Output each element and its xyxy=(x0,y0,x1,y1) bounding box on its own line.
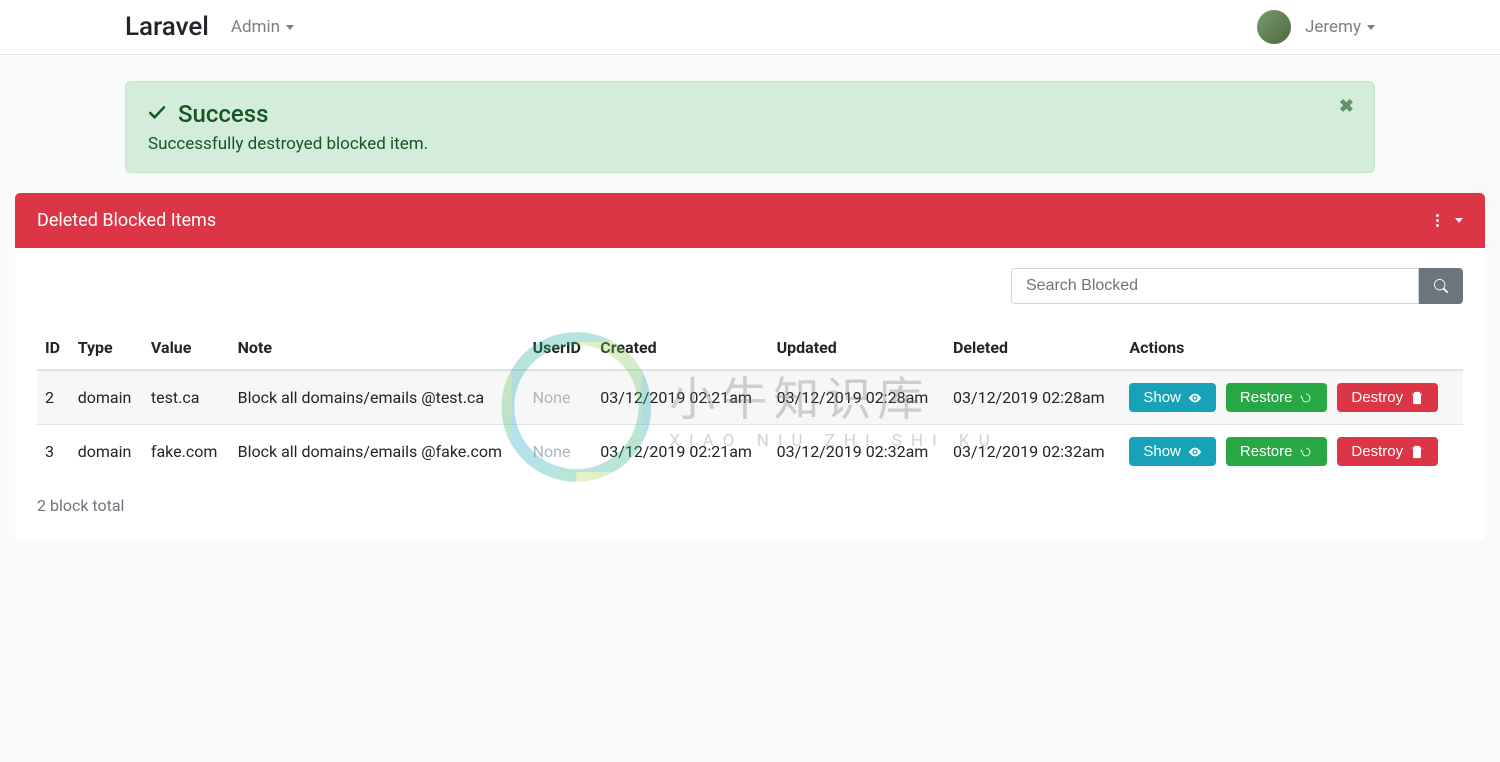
trash-icon xyxy=(1410,391,1424,405)
success-alert: ✖ Success Successfully destroyed blocked… xyxy=(125,81,1375,173)
th-userid: UserID xyxy=(525,326,593,370)
history-icon xyxy=(1299,445,1313,459)
search-group xyxy=(1011,268,1463,304)
th-updated: Updated xyxy=(769,326,945,370)
th-actions: Actions xyxy=(1121,326,1463,370)
alert-close-button[interactable]: ✖ xyxy=(1339,96,1354,117)
admin-label: Admin xyxy=(231,17,280,37)
cell-userid: None xyxy=(525,370,593,425)
th-value: Value xyxy=(143,326,230,370)
th-created: Created xyxy=(592,326,768,370)
cell-value: test.ca xyxy=(143,370,230,425)
cell-created: 03/12/2019 02:21am xyxy=(592,425,768,479)
destroy-button[interactable]: Destroy xyxy=(1337,383,1438,412)
cell-type: domain xyxy=(70,425,143,479)
cell-id: 3 xyxy=(37,425,70,479)
cell-updated: 03/12/2019 02:32am xyxy=(769,425,945,479)
cell-note: Block all domains/emails @test.ca xyxy=(230,370,525,425)
th-deleted: Deleted xyxy=(945,326,1121,370)
header-dropdown-icon[interactable] xyxy=(1455,218,1463,223)
brand-link[interactable]: Laravel xyxy=(125,12,209,42)
footer-count: 2 block total xyxy=(37,496,1463,515)
search-icon xyxy=(1434,279,1448,293)
cell-id: 2 xyxy=(37,370,70,425)
search-button[interactable] xyxy=(1419,268,1463,304)
eye-icon xyxy=(1188,445,1202,459)
card-title: Deleted Blocked Items xyxy=(37,210,216,231)
search-input[interactable] xyxy=(1011,268,1419,304)
table-row: 3 domain fake.com Block all domains/emai… xyxy=(37,425,1463,479)
user-dropdown[interactable]: Jeremy xyxy=(1305,17,1375,37)
alert-message: Successfully destroyed blocked item. xyxy=(148,134,1352,154)
th-type: Type xyxy=(70,326,143,370)
table-row: 2 domain test.ca Block all domains/email… xyxy=(37,370,1463,425)
more-menu-icon[interactable] xyxy=(1436,214,1439,227)
restore-button[interactable]: Restore xyxy=(1226,383,1328,412)
caret-down-icon xyxy=(286,25,294,30)
check-icon xyxy=(148,104,168,124)
restore-button[interactable]: Restore xyxy=(1226,437,1328,466)
alert-title: Success xyxy=(178,100,269,128)
cell-created: 03/12/2019 02:21am xyxy=(592,370,768,425)
destroy-button[interactable]: Destroy xyxy=(1337,437,1438,466)
cell-deleted: 03/12/2019 02:28am xyxy=(945,370,1121,425)
caret-down-icon xyxy=(1367,25,1375,30)
show-button[interactable]: Show xyxy=(1129,383,1216,412)
navbar: Laravel Admin Jeremy xyxy=(0,0,1500,55)
show-button[interactable]: Show xyxy=(1129,437,1216,466)
th-id: ID xyxy=(37,326,70,370)
avatar[interactable] xyxy=(1257,10,1291,44)
cell-deleted: 03/12/2019 02:32am xyxy=(945,425,1121,479)
cell-value: fake.com xyxy=(143,425,230,479)
cell-updated: 03/12/2019 02:28am xyxy=(769,370,945,425)
trash-icon xyxy=(1410,445,1424,459)
history-icon xyxy=(1299,391,1313,405)
user-name: Jeremy xyxy=(1305,17,1361,37)
card-header: Deleted Blocked Items xyxy=(15,193,1485,248)
blocked-items-table: ID Type Value Note UserID Created Update… xyxy=(37,326,1463,478)
th-note: Note xyxy=(230,326,525,370)
cell-note: Block all domains/emails @fake.com xyxy=(230,425,525,479)
deleted-items-card: Deleted Blocked Items ID Typ xyxy=(15,193,1485,541)
admin-dropdown[interactable]: Admin xyxy=(231,17,294,37)
cell-userid: None xyxy=(525,425,593,479)
cell-type: domain xyxy=(70,370,143,425)
eye-icon xyxy=(1188,391,1202,405)
